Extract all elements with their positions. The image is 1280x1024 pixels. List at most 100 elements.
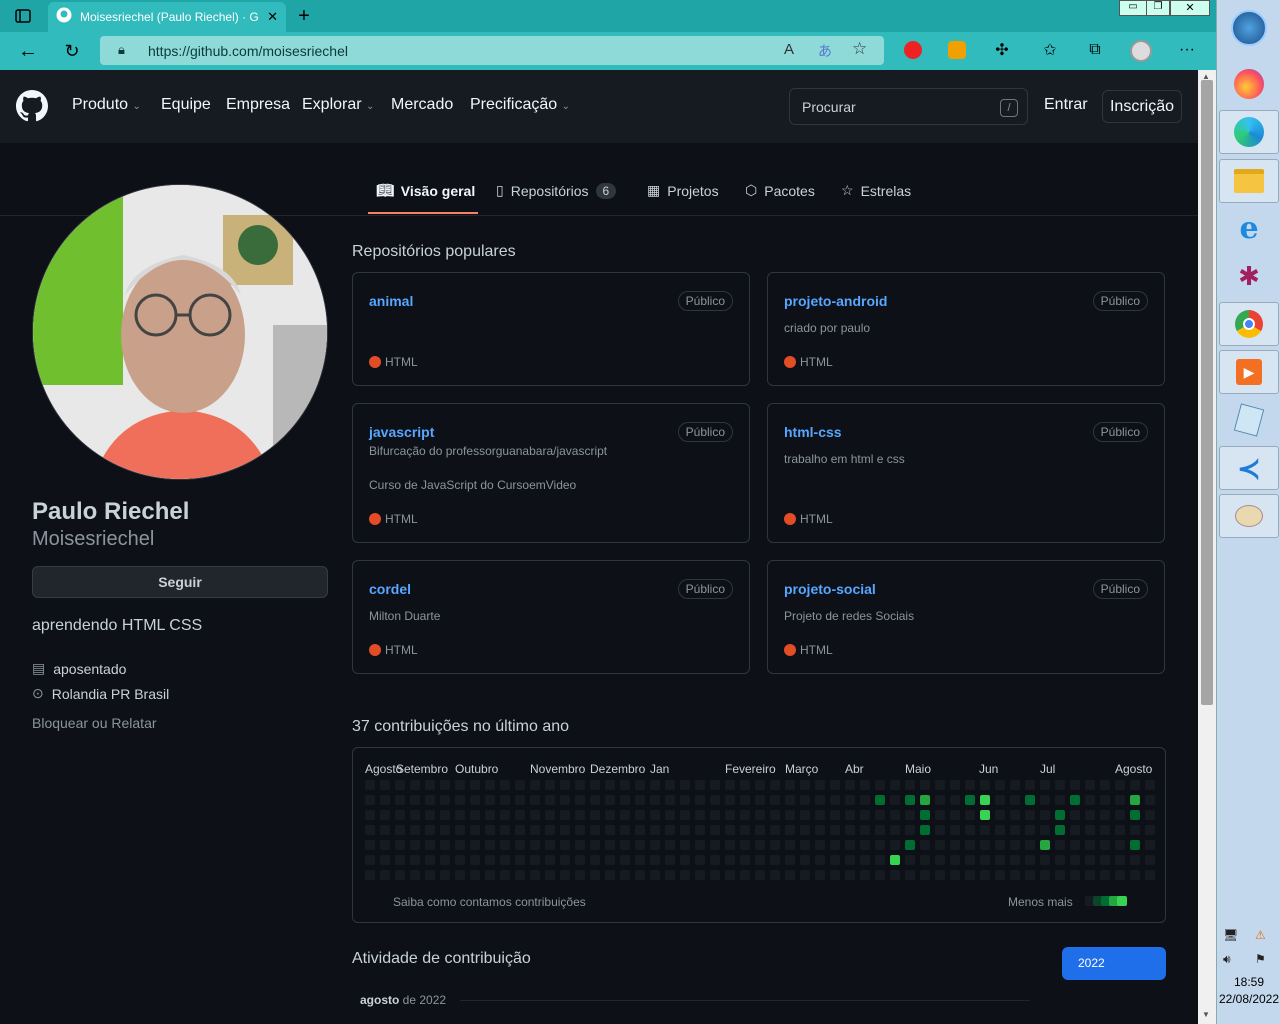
firefox-icon[interactable] <box>1219 62 1279 106</box>
contribution-day[interactable] <box>500 855 510 865</box>
contribution-day[interactable] <box>920 825 930 835</box>
contribution-day[interactable] <box>530 855 540 865</box>
contribution-day[interactable] <box>905 795 915 805</box>
contribution-day[interactable] <box>575 840 585 850</box>
contribution-day[interactable] <box>890 870 900 880</box>
contribution-day[interactable] <box>1115 870 1125 880</box>
contribution-day[interactable] <box>605 780 615 790</box>
contribution-day[interactable] <box>665 840 675 850</box>
contribution-day[interactable] <box>980 840 990 850</box>
nav-equipe[interactable]: Equipe <box>161 96 211 114</box>
page-scrollbar[interactable]: ▲ ▼ <box>1198 70 1216 1024</box>
contribution-day[interactable] <box>680 840 690 850</box>
contribution-day[interactable] <box>740 870 750 880</box>
contribution-day[interactable] <box>800 825 810 835</box>
contribution-day[interactable] <box>1130 810 1140 820</box>
contribution-day[interactable] <box>365 855 375 865</box>
contribution-day[interactable] <box>1055 780 1065 790</box>
contribution-day[interactable] <box>380 810 390 820</box>
contribution-day[interactable] <box>785 780 795 790</box>
contribution-day[interactable] <box>935 840 945 850</box>
contribution-day[interactable] <box>815 870 825 880</box>
tab-actions-icon[interactable] <box>12 6 34 26</box>
contribution-day[interactable] <box>605 840 615 850</box>
contribution-day[interactable] <box>590 810 600 820</box>
contribution-day[interactable] <box>725 855 735 865</box>
contribution-day[interactable] <box>1055 810 1065 820</box>
contribution-day[interactable] <box>1115 825 1125 835</box>
contribution-day[interactable] <box>455 855 465 865</box>
repo-name-link[interactable]: javascript <box>369 424 434 440</box>
contribution-day[interactable] <box>410 795 420 805</box>
contribution-day[interactable] <box>740 825 750 835</box>
contribution-day[interactable] <box>695 795 705 805</box>
contribution-day[interactable] <box>635 855 645 865</box>
contribution-day[interactable] <box>560 840 570 850</box>
contribution-day[interactable] <box>1130 780 1140 790</box>
contribution-day[interactable] <box>755 810 765 820</box>
contribution-day[interactable] <box>485 780 495 790</box>
close-tab-icon[interactable]: ✕ <box>267 9 278 25</box>
contribution-day[interactable] <box>875 855 885 865</box>
contribution-day[interactable] <box>800 810 810 820</box>
contribution-day[interactable] <box>710 870 720 880</box>
contribution-day[interactable] <box>560 825 570 835</box>
contribution-day[interactable] <box>1040 810 1050 820</box>
contribution-day[interactable] <box>965 855 975 865</box>
adblock-icon[interactable] <box>904 41 922 59</box>
contribution-day[interactable] <box>530 795 540 805</box>
contribution-day[interactable] <box>1025 870 1035 880</box>
contribution-day[interactable] <box>740 780 750 790</box>
nav-precificacao[interactable]: Precificação ⌄ <box>470 96 570 114</box>
contribution-day[interactable] <box>815 855 825 865</box>
contribution-day[interactable] <box>830 810 840 820</box>
contribution-day[interactable] <box>755 795 765 805</box>
contribution-day[interactable] <box>770 795 780 805</box>
learn-contributions-link[interactable]: Saiba como contamos contribuições <box>393 895 586 909</box>
contribution-day[interactable] <box>1070 870 1080 880</box>
contribution-day[interactable] <box>770 825 780 835</box>
contribution-day[interactable] <box>980 825 990 835</box>
profile-icon[interactable] <box>1130 40 1152 62</box>
contribution-day[interactable] <box>800 870 810 880</box>
contribution-day[interactable] <box>455 780 465 790</box>
contribution-day[interactable] <box>470 855 480 865</box>
nav-explorar[interactable]: Explorar ⌄ <box>302 96 374 114</box>
address-bar[interactable]: 🔒︎ https://github.com/moisesriechel A あ … <box>100 36 884 65</box>
vscode-icon[interactable]: ≺ <box>1219 446 1279 490</box>
contribution-day[interactable] <box>740 855 750 865</box>
contribution-day[interactable] <box>1130 870 1140 880</box>
contribution-day[interactable] <box>1115 840 1125 850</box>
contribution-day[interactable] <box>515 825 525 835</box>
contribution-day[interactable] <box>800 795 810 805</box>
contribution-day[interactable] <box>890 825 900 835</box>
clock-date[interactable]: 22/08/2022 <box>1217 992 1280 1006</box>
contribution-day[interactable] <box>455 825 465 835</box>
contribution-day[interactable] <box>635 870 645 880</box>
contribution-day[interactable] <box>605 825 615 835</box>
contribution-day[interactable] <box>605 855 615 865</box>
contribution-day[interactable] <box>395 795 405 805</box>
contribution-day[interactable] <box>665 810 675 820</box>
contribution-day[interactable] <box>380 795 390 805</box>
contribution-day[interactable] <box>1130 825 1140 835</box>
contribution-day[interactable] <box>890 795 900 805</box>
contribution-day[interactable] <box>1100 840 1110 850</box>
contribution-day[interactable] <box>950 825 960 835</box>
contribution-day[interactable] <box>680 810 690 820</box>
contribution-day[interactable] <box>365 825 375 835</box>
contribution-day[interactable] <box>725 810 735 820</box>
contribution-day[interactable] <box>845 870 855 880</box>
contribution-day[interactable] <box>575 795 585 805</box>
contribution-day[interactable] <box>1055 870 1065 880</box>
contribution-day[interactable] <box>680 825 690 835</box>
repo-name-link[interactable]: html-css <box>784 424 842 440</box>
contribution-day[interactable] <box>1025 780 1035 790</box>
contribution-day[interactable] <box>395 855 405 865</box>
contribution-day[interactable] <box>620 795 630 805</box>
contribution-day[interactable] <box>455 810 465 820</box>
extension-icon[interactable] <box>948 41 966 59</box>
contribution-day[interactable] <box>770 840 780 850</box>
contribution-day[interactable] <box>920 855 930 865</box>
contribution-day[interactable] <box>785 825 795 835</box>
